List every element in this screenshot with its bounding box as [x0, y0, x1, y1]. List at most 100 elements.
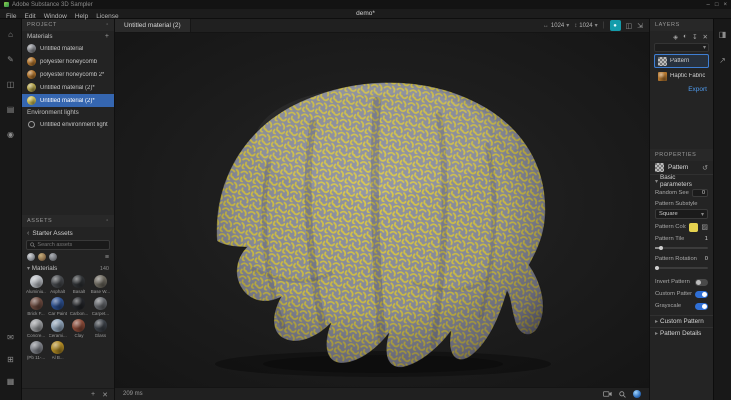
pattern-rotation-slider[interactable]: [650, 265, 713, 273]
custom-pattern-toggle[interactable]: [695, 291, 708, 298]
fullscreen-icon[interactable]: ⇲: [637, 22, 643, 30]
layer-item[interactable]: Pattern: [654, 54, 709, 68]
inspector-icon[interactable]: ◨: [715, 27, 731, 41]
asset-item[interactable]: Clay: [69, 319, 88, 338]
pattern-details-section[interactable]: ▸ Pattern Details: [650, 327, 713, 339]
import-layer-icon[interactable]: ↧: [692, 33, 697, 41]
pattern-rotation-value[interactable]: 0: [705, 256, 708, 262]
asset-item[interactable]: Carbon...: [69, 297, 88, 316]
edit-tool-icon[interactable]: ✎: [3, 52, 19, 66]
assets-back-row[interactable]: ‹ Starter Assets: [22, 227, 114, 239]
asset-item[interactable]: Basalt: [69, 275, 88, 294]
material-thumbnail: [27, 44, 36, 53]
environment-section-row[interactable]: Environment lights: [22, 107, 114, 118]
pattern-tile-value[interactable]: 1: [705, 236, 708, 242]
view-mode-button[interactable]: ●: [610, 20, 621, 31]
export-link[interactable]: Export: [650, 83, 713, 95]
maximize-button[interactable]: □: [715, 2, 719, 8]
pin-icon[interactable]: ▫: [106, 22, 109, 28]
filter-materials-icon[interactable]: [27, 253, 35, 261]
invert-pattern-toggle[interactable]: [695, 279, 708, 286]
viewport-canvas[interactable]: [115, 33, 649, 387]
material-item[interactable]: polyester honeycomb 2*: [22, 68, 114, 81]
resolution-width-select[interactable]: ↔ 1024 ▾: [543, 22, 569, 29]
split-view-icon[interactable]: ◫: [626, 22, 633, 30]
filter-textures-icon[interactable]: [38, 253, 46, 261]
document-title: demo*: [356, 10, 375, 17]
asset-item[interactable]: (Pb 11-...: [26, 341, 46, 360]
pattern-color-map-icon[interactable]: ▨: [701, 223, 708, 231]
left-panel: PROJECT ▫ Materials + Untitled materialp…: [22, 19, 115, 400]
grayscale-toggle[interactable]: [695, 303, 708, 310]
pin-icon[interactable]: ▫: [106, 218, 109, 224]
material-item[interactable]: Untitled material (2)*: [22, 81, 114, 94]
properties-panel: PROPERTIES Pattern ↺ ▾ Basic parameters …: [650, 149, 713, 400]
add-asset-icon[interactable]: +: [91, 391, 95, 398]
search-input[interactable]: [37, 242, 106, 248]
asset-item[interactable]: Asphalt: [48, 275, 67, 294]
feedback-icon[interactable]: ✉: [3, 330, 19, 344]
home-icon[interactable]: ⌂: [3, 27, 19, 41]
pattern-substyle-label: Pattern Substyle: [655, 201, 698, 207]
asset-thumbnail: [72, 319, 85, 332]
zoom-icon[interactable]: [619, 391, 626, 398]
material-item[interactable]: Untitled material (2)*: [22, 94, 114, 107]
trash-icon[interactable]: ✕: [102, 391, 108, 399]
resolution-height-select[interactable]: ↕ 1024 ▾: [574, 22, 597, 29]
material-item[interactable]: Untitled material: [22, 42, 114, 55]
asset-item[interactable]: Al B...: [48, 341, 67, 360]
custom-pattern-section[interactable]: ▸ Custom Pattern: [650, 315, 713, 327]
filter-environments-icon[interactable]: [49, 253, 57, 261]
asset-item[interactable]: Car Paint: [48, 297, 67, 316]
asset-name: Carpet...: [92, 311, 109, 316]
asset-item[interactable]: Carpet...: [91, 297, 110, 316]
material-thumbnail: [27, 57, 36, 66]
asset-item[interactable]: Glass: [91, 319, 110, 338]
delete-layer-icon[interactable]: ✕: [703, 33, 708, 41]
pattern-color-label: Pattern Color: [655, 224, 686, 230]
material-item[interactable]: polyester honeycomb: [22, 55, 114, 68]
selected-layer-row: Pattern ↺: [650, 161, 713, 175]
layers-toolbar: ◈ ◐ ↧ ✕: [650, 31, 713, 42]
menu-window[interactable]: Window: [44, 13, 67, 20]
effect-icon[interactable]: ◈: [673, 33, 678, 41]
minimize-button[interactable]: –: [707, 2, 710, 8]
account-icon[interactable]: ◉: [3, 127, 19, 141]
asset-item[interactable]: Aluminiu...: [26, 275, 46, 294]
layer-item[interactable]: Haptic Fabric: [654, 69, 709, 83]
random-seed-input[interactable]: 0: [692, 189, 708, 197]
blend-mode-select[interactable]: ▾: [654, 43, 709, 52]
environment-preview-icon[interactable]: [633, 390, 641, 398]
basic-parameters-header[interactable]: ▾ Basic parameters: [650, 175, 713, 187]
list-view-icon[interactable]: ≡: [105, 254, 109, 261]
sphere-icon: ●: [613, 23, 617, 29]
materials-section-row[interactable]: Materials +: [22, 31, 114, 42]
material-name: Untitled material (2)*: [40, 98, 95, 104]
asset-item[interactable]: Base W...: [91, 275, 110, 294]
share-icon[interactable]: ↗: [715, 53, 731, 67]
add-material-icon[interactable]: +: [105, 33, 109, 40]
gallery-icon[interactable]: ▦: [3, 374, 19, 388]
pattern-color-swatch[interactable]: [689, 223, 698, 232]
asset-item[interactable]: Concre...: [26, 319, 46, 338]
menu-license[interactable]: License: [96, 13, 118, 20]
asset-item[interactable]: Brick F...: [26, 297, 46, 316]
menu-edit[interactable]: Edit: [24, 13, 35, 20]
mask-icon[interactable]: ◐: [683, 33, 687, 40]
environment-light-item[interactable]: Untitled environment light: [22, 118, 114, 131]
layer-name: Haptic Fabric: [670, 73, 705, 79]
library-icon[interactable]: ▤: [3, 102, 19, 116]
close-button[interactable]: ×: [723, 2, 727, 8]
pattern-substyle-select[interactable]: Square ▾: [655, 209, 708, 219]
asset-item[interactable]: Cerami...: [48, 319, 67, 338]
assets-category-row[interactable]: ▾ Materials 140: [22, 263, 114, 274]
layout-panels-icon[interactable]: ◫: [3, 77, 19, 91]
camera-icon[interactable]: [603, 391, 612, 397]
menu-help[interactable]: Help: [75, 13, 88, 20]
reset-icon[interactable]: ↺: [702, 164, 708, 172]
asset-thumbnail: [94, 275, 107, 288]
custom-pattern-section-label: Custom Pattern: [660, 318, 704, 325]
apps-icon[interactable]: ⊞: [3, 352, 19, 366]
pattern-tile-slider[interactable]: [650, 245, 713, 253]
menu-file[interactable]: File: [6, 13, 16, 20]
